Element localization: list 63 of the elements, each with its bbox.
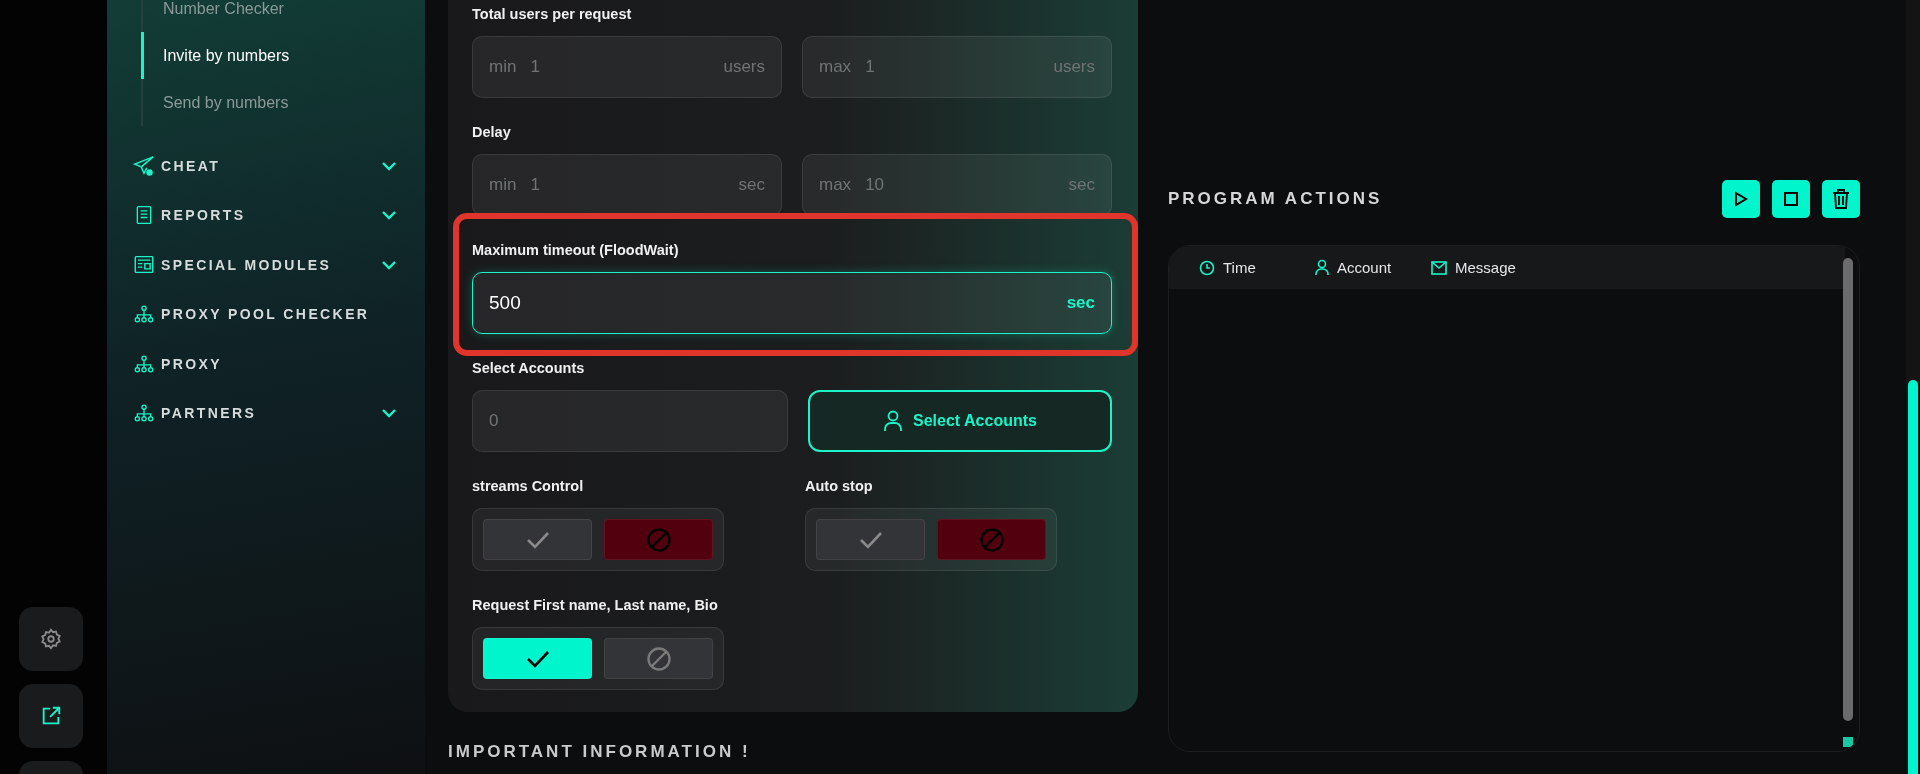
field-label: Maximum timeout (FloodWait) xyxy=(472,241,680,260)
trash-icon xyxy=(1832,189,1850,209)
column-header: Account xyxy=(1315,259,1431,276)
field-label: Select Accounts xyxy=(472,359,586,378)
menu-label: CHEAT xyxy=(161,157,222,174)
stop-icon xyxy=(1783,191,1799,207)
hierarchy-icon xyxy=(133,304,155,325)
scrollbar-thumb[interactable] xyxy=(1908,380,1918,774)
enable-button[interactable] xyxy=(816,519,925,560)
check-icon xyxy=(858,530,883,549)
check-icon xyxy=(525,530,550,549)
column-header: Time xyxy=(1199,259,1315,276)
menu-label: PROXY xyxy=(161,355,223,372)
user-icon xyxy=(883,410,904,432)
mail-icon xyxy=(1431,260,1447,275)
clock-icon xyxy=(1199,259,1215,276)
submenu-item[interactable]: Invite by numbers xyxy=(141,32,425,79)
menu-label: PARTNERS xyxy=(161,405,258,422)
resize-handle[interactable] xyxy=(1843,737,1853,747)
prohibited-icon xyxy=(978,526,1005,553)
user-icon xyxy=(1315,259,1329,276)
menu-item[interactable]: PROXY xyxy=(133,339,403,389)
menu-label: SPECIAL MODULES xyxy=(161,256,333,273)
menu-item[interactable]: CHEAT xyxy=(133,141,403,191)
column-header: Message xyxy=(1431,259,1547,276)
play-button[interactable] xyxy=(1722,180,1760,218)
menu-label: REPORTS xyxy=(161,207,247,224)
section-heading: PROGRAM ACTIONS xyxy=(1168,189,1383,209)
enable-button[interactable] xyxy=(483,638,592,679)
disable-button[interactable] xyxy=(604,638,713,679)
toggle-label: Request First name, Last name, Bio xyxy=(472,596,719,615)
toggle-label: streams Control xyxy=(472,477,585,496)
timeout-field[interactable]: 500 sec xyxy=(472,272,1112,334)
prohibited-icon xyxy=(645,645,672,672)
menu-item[interactable]: REPORTS xyxy=(133,190,403,240)
settings-icon xyxy=(40,628,62,650)
select-accounts-button[interactable]: Select Accounts xyxy=(808,390,1112,452)
scrollbar[interactable] xyxy=(1843,258,1853,721)
menu-item[interactable]: PARTNERS xyxy=(133,388,403,438)
field-label: Delay xyxy=(472,123,512,142)
disable-button[interactable] xyxy=(604,519,713,560)
submenu-item[interactable]: Send by numbers xyxy=(141,79,425,126)
section-heading: IMPORTANT INFORMATION ! xyxy=(448,742,752,762)
stop-button[interactable] xyxy=(1772,180,1810,218)
external-link-button[interactable] xyxy=(19,684,83,748)
menu-item[interactable]: SPECIAL MODULES xyxy=(133,240,403,290)
check-icon xyxy=(525,649,550,668)
submenu-item[interactable]: Number Checker xyxy=(141,0,425,32)
newspaper-icon xyxy=(133,254,155,276)
play-icon xyxy=(1734,191,1748,207)
delete-button[interactable] xyxy=(1822,180,1860,218)
enable-button[interactable] xyxy=(483,519,592,560)
external-link-icon xyxy=(40,705,62,727)
paper-plane-icon xyxy=(133,154,155,177)
toggle-label: Auto stop xyxy=(805,477,874,496)
hierarchy-icon xyxy=(133,403,155,424)
menu-label: PROXY POOL CHECKER xyxy=(161,306,371,323)
hierarchy-icon xyxy=(133,353,155,374)
prohibited-icon xyxy=(645,526,672,553)
settings-button[interactable] xyxy=(19,607,83,671)
field-label: Total users per request xyxy=(472,5,633,24)
disable-button[interactable] xyxy=(937,519,1046,560)
menu-item[interactable]: PROXY POOL CHECKER xyxy=(133,289,403,339)
